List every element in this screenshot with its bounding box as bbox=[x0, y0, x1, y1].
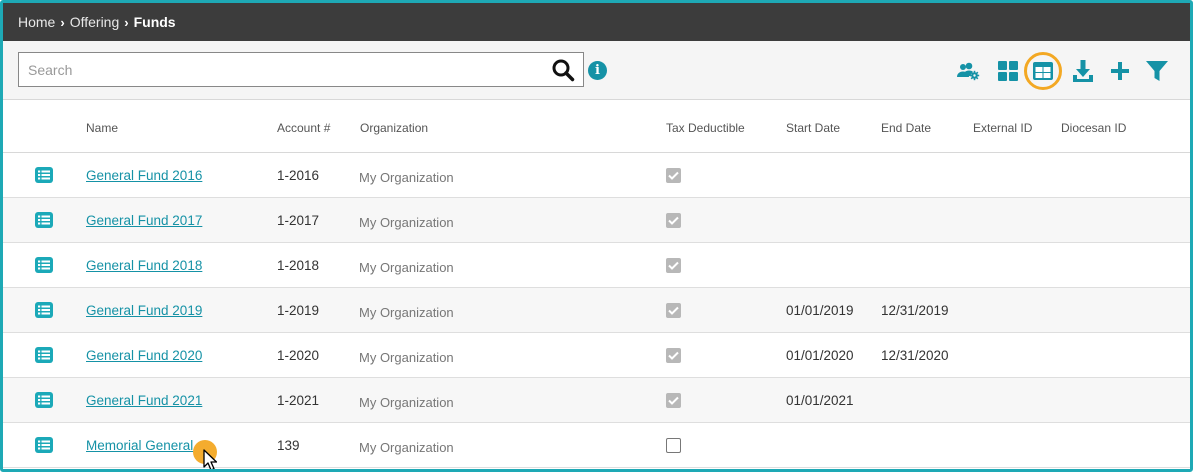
start-date: 01/01/2021 bbox=[786, 393, 854, 408]
tax-deductible-checkbox[interactable] bbox=[666, 438, 681, 453]
tax-deductible-checkbox[interactable] bbox=[666, 393, 681, 408]
breadcrumb-home[interactable]: Home bbox=[18, 14, 55, 30]
organization-name: My Organization bbox=[359, 170, 454, 185]
column-header-account[interactable]: Account # bbox=[277, 121, 330, 135]
account-number: 1-2021 bbox=[277, 393, 320, 408]
organization-name: My Organization bbox=[359, 395, 454, 410]
fund-name-link[interactable]: General Fund 2018 bbox=[86, 258, 202, 273]
account-number: 1-2016 bbox=[277, 168, 320, 183]
start-date: 01/01/2019 bbox=[786, 303, 854, 318]
list-details-icon[interactable] bbox=[35, 392, 53, 408]
tax-deductible-checkbox[interactable] bbox=[666, 213, 681, 228]
search-input[interactable] bbox=[19, 53, 539, 86]
tax-deductible-checkbox[interactable] bbox=[666, 168, 681, 183]
table-row: General Fund 2017 1-2017 My Organization bbox=[3, 198, 1190, 243]
tax-deductible-checkbox[interactable] bbox=[666, 258, 681, 273]
table-row: General Fund 2019 1-2019 My Organization 01… bbox=[3, 288, 1190, 333]
search-box bbox=[18, 52, 584, 87]
chevron-right-icon: › bbox=[60, 14, 65, 30]
end-date: 12/31/2019 bbox=[881, 303, 949, 318]
account-number: 1-2018 bbox=[277, 258, 320, 273]
table-row: General Fund 2021 1-2021 My Organization 01… bbox=[3, 378, 1190, 423]
column-header-organization[interactable]: Organization bbox=[360, 121, 428, 135]
column-header-tax-deductible[interactable]: Tax Deductible bbox=[666, 121, 745, 135]
fund-name-link[interactable]: General Fund 2016 bbox=[86, 168, 202, 183]
column-header-end-date[interactable]: End Date bbox=[881, 121, 931, 135]
breadcrumb: Home › Offering › Funds bbox=[3, 3, 1190, 41]
column-header-name[interactable]: Name bbox=[86, 121, 118, 135]
table-body: General Fund 2016 1-2016 My Organization Ge… bbox=[3, 153, 1190, 468]
column-header-start-date[interactable]: Start Date bbox=[786, 121, 840, 135]
table-header: Name Account # Organization Tax Deductib… bbox=[3, 100, 1190, 153]
account-number: 1-2020 bbox=[277, 348, 320, 363]
download-icon[interactable] bbox=[1071, 59, 1095, 83]
list-details-icon[interactable] bbox=[35, 167, 53, 183]
funds-table: Name Account # Organization Tax Deductib… bbox=[3, 100, 1190, 468]
table-row: Memorial General 139 My Organization bbox=[3, 423, 1190, 468]
people-settings-icon[interactable] bbox=[956, 59, 980, 83]
list-details-icon[interactable] bbox=[35, 437, 53, 453]
tax-deductible-checkbox[interactable] bbox=[666, 303, 681, 318]
tile-view-icon[interactable] bbox=[996, 59, 1020, 83]
toolbar: i bbox=[3, 41, 1190, 100]
end-date: 12/31/2020 bbox=[881, 348, 949, 363]
fund-name-link[interactable]: Memorial General bbox=[86, 438, 193, 453]
organization-name: My Organization bbox=[359, 260, 454, 275]
add-icon[interactable] bbox=[1108, 59, 1132, 83]
account-number: 1-2019 bbox=[277, 303, 320, 318]
list-details-icon[interactable] bbox=[35, 347, 53, 363]
account-number: 139 bbox=[277, 438, 300, 453]
fund-name-link[interactable]: General Fund 2021 bbox=[86, 393, 202, 408]
info-icon[interactable]: i bbox=[588, 61, 607, 80]
breadcrumb-current: Funds bbox=[133, 14, 176, 30]
tax-deductible-checkbox[interactable] bbox=[666, 348, 681, 363]
mouse-cursor-icon bbox=[203, 449, 218, 469]
list-details-icon[interactable] bbox=[35, 302, 53, 318]
chevron-right-icon: › bbox=[124, 14, 129, 30]
column-header-external-id[interactable]: External ID bbox=[973, 121, 1032, 135]
search-icon[interactable] bbox=[551, 58, 575, 82]
list-details-icon[interactable] bbox=[35, 212, 53, 228]
fund-name-link[interactable]: General Fund 2019 bbox=[86, 303, 202, 318]
organization-name: My Organization bbox=[359, 350, 454, 365]
table-row: General Fund 2018 1-2018 My Organization bbox=[3, 243, 1190, 288]
organization-name: My Organization bbox=[359, 215, 454, 230]
app-frame: Home › Offering › Funds i bbox=[0, 0, 1193, 472]
column-header-diocesan-id[interactable]: Diocesan ID bbox=[1061, 121, 1126, 135]
filter-icon[interactable] bbox=[1145, 59, 1169, 83]
list-details-icon[interactable] bbox=[35, 257, 53, 273]
organization-name: My Organization bbox=[359, 440, 454, 455]
table-row: General Fund 2016 1-2016 My Organization bbox=[3, 153, 1190, 198]
account-number: 1-2017 bbox=[277, 213, 320, 228]
organization-name: My Organization bbox=[359, 305, 454, 320]
start-date: 01/01/2020 bbox=[786, 348, 854, 363]
table-view-icon[interactable] bbox=[1031, 59, 1055, 83]
fund-name-link[interactable]: General Fund 2017 bbox=[86, 213, 202, 228]
table-row: General Fund 2020 1-2020 My Organization 01… bbox=[3, 333, 1190, 378]
breadcrumb-offering[interactable]: Offering bbox=[70, 14, 120, 30]
fund-name-link[interactable]: General Fund 2020 bbox=[86, 348, 202, 363]
